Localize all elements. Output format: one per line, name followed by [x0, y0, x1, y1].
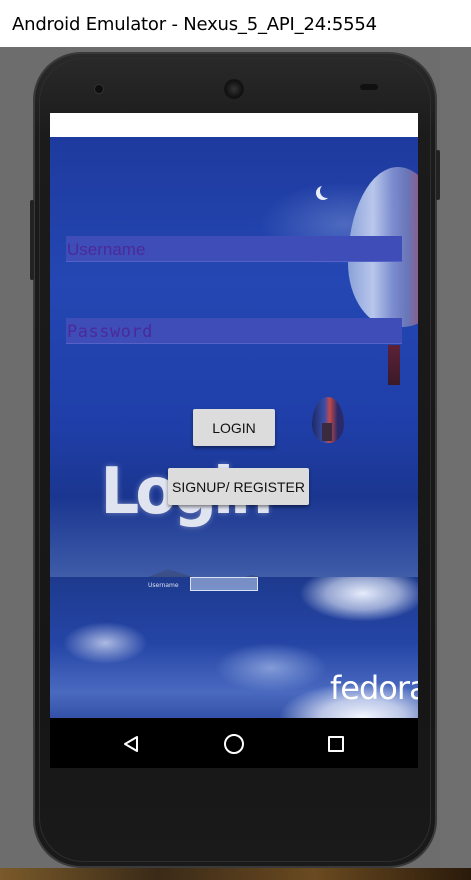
background-username-label: Username — [148, 582, 179, 589]
volume-button[interactable] — [30, 200, 34, 280]
earpiece-speaker-icon — [224, 79, 244, 99]
fedora-logo: fedora — [330, 669, 418, 707]
proximity-sensor-icon — [360, 84, 378, 90]
background-username-box — [190, 577, 258, 591]
device-screen: Login Username fedora LOGIN SIGNUP/ REGI… — [50, 113, 418, 768]
back-triangle-icon[interactable] — [122, 735, 140, 753]
status-bar — [50, 113, 418, 137]
android-navigation-bar — [50, 718, 418, 768]
window-title: Android Emulator - Nexus_5_API_24:5554 — [12, 14, 377, 35]
desktop-background-strip — [0, 868, 471, 880]
password-input[interactable] — [66, 318, 402, 344]
signup-register-button[interactable]: SIGNUP/ REGISTER — [168, 468, 309, 505]
power-button[interactable] — [436, 150, 440, 200]
recents-square-icon[interactable] — [328, 736, 344, 752]
title-bar-edge — [440, 0, 471, 47]
emulator-title-bar[interactable]: Android Emulator - Nexus_5_API_24:5554 — [0, 0, 471, 47]
home-circle-icon[interactable] — [224, 734, 244, 754]
front-camera-icon — [94, 84, 104, 94]
moon-icon — [320, 184, 334, 198]
login-button[interactable]: LOGIN — [193, 409, 275, 446]
balloon-basket-small — [322, 423, 332, 441]
window-side-panel — [440, 47, 471, 870]
username-input[interactable] — [66, 236, 402, 262]
balloon-basket-large — [388, 345, 400, 385]
